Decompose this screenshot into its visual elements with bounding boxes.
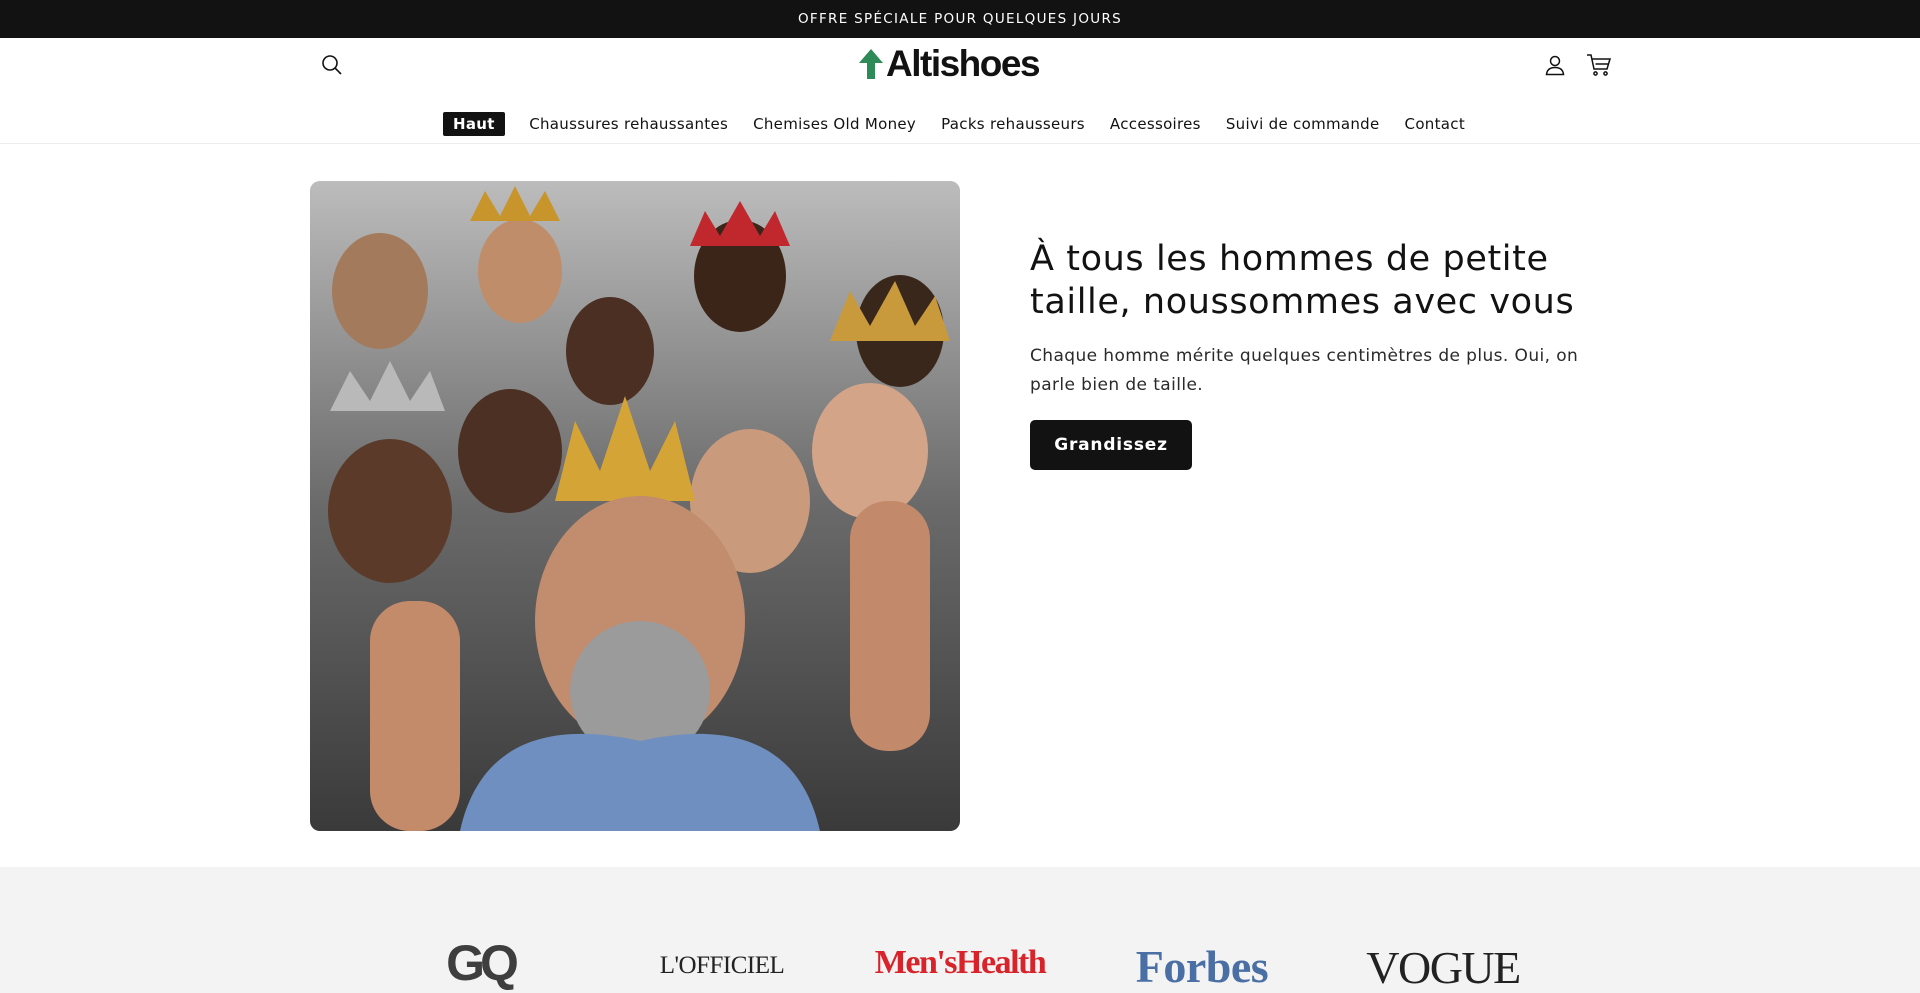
press-logo-lofficiel: L'OFFICIEL (660, 952, 785, 993)
cart-button[interactable] (1581, 47, 1617, 83)
announcement-text: OFFRE SPÉCIALE POUR QUELQUES JOURS (798, 11, 1122, 27)
hero-subtitle: Chaque homme mérite quelques centimètres… (1030, 346, 1579, 395)
hero-image (310, 181, 960, 831)
nav-item-haut[interactable]: Haut (442, 112, 505, 136)
search-icon (322, 55, 342, 75)
press-logo-menshealth: Men'sHealth (875, 944, 1047, 993)
press-logo-lofficiel-text: L'OFFICIEL (659, 952, 785, 979)
up-arrow-icon (859, 49, 883, 79)
nav-item-chaussures-rehaussantes[interactable]: Chaussures rehaussantes (517, 111, 740, 137)
hero-title: À tous les hommes de petite taille, nous… (1030, 239, 1575, 322)
nav-item-contact[interactable]: Contact (1393, 111, 1477, 137)
nav-item-packs-rehausseurs[interactable]: Packs rehausseurs (929, 111, 1097, 137)
press-logos-section: GQ L'OFFICIEL Men'sHealth Forbes VOGUE (0, 867, 1920, 993)
nav-item-accessoires[interactable]: Accessoires (1098, 111, 1213, 137)
hero-content: À tous les hommes de petite taille, nous… (1030, 238, 1620, 470)
press-logo-gq-text: GQ (446, 935, 519, 991)
logo-text: Altishoes (886, 43, 1041, 84)
press-logo-gq: GQ (434, 935, 526, 993)
main-nav: Haut Chaussures rehaussantes Chemises Ol… (0, 110, 1920, 138)
site-header: Altishoes Haut Chaussures rehaussantes C… (0, 38, 1920, 144)
site-logo[interactable]: Altishoes (858, 43, 1041, 84)
press-logo-vogue: VOGUE (1363, 941, 1523, 993)
nav-item-suivi-de-commande[interactable]: Suivi de commande (1214, 111, 1392, 137)
search-button[interactable] (314, 47, 350, 83)
press-logo-vogue-text: VOGUE (1366, 942, 1521, 993)
press-logo-forbes-text: Forbes (1135, 941, 1269, 992)
cart-icon (1587, 54, 1612, 76)
nav-item-chemises-old-money[interactable]: Chemises Old Money (741, 111, 928, 137)
account-icon (1545, 55, 1565, 76)
press-logo-forbes: Forbes (1122, 940, 1282, 993)
grandissez-button[interactable]: Grandissez (1030, 420, 1192, 470)
account-button[interactable] (1537, 47, 1573, 83)
press-logo-menshealth-text: Men'sHealth (874, 944, 1047, 981)
announcement-bar: OFFRE SPÉCIALE POUR QUELQUES JOURS (0, 0, 1920, 38)
